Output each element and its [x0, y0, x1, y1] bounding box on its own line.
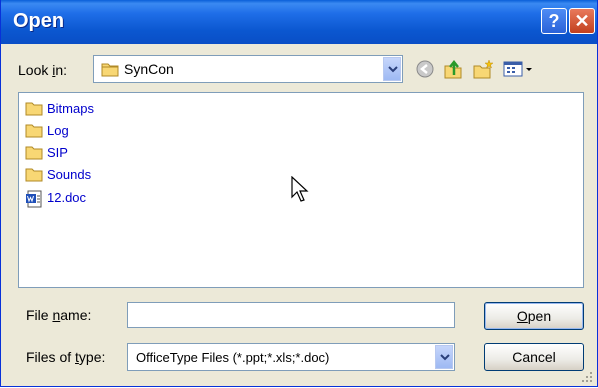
title-bar[interactable]: Open ? ✕ — [1, 0, 597, 44]
cancel-button[interactable]: Cancel — [484, 343, 584, 371]
file-name-label: File name: — [26, 307, 92, 323]
file-name: Bitmaps — [47, 101, 94, 116]
files-of-type-dropdown-arrow[interactable] — [435, 345, 453, 369]
look-in-dropdown[interactable]: SynCon — [93, 55, 403, 83]
new-folder-icon[interactable] — [472, 58, 494, 80]
resize-grip-icon[interactable] — [581, 370, 593, 382]
help-button[interactable]: ? — [541, 8, 567, 34]
open-dialog: Open ? ✕ Look in: SynCon Bitmaps Log SIP… — [0, 0, 598, 387]
file-name: Log — [47, 123, 69, 138]
folder-icon — [25, 101, 43, 119]
word-document-icon — [25, 190, 43, 211]
files-of-type-dropdown[interactable]: OfficeType Files (*.ppt;*.xls;*.doc) — [127, 343, 455, 371]
folder-icon — [101, 61, 119, 82]
folder-icon — [25, 167, 43, 185]
open-button[interactable]: Open — [484, 302, 584, 330]
back-icon[interactable] — [414, 58, 436, 80]
mouse-cursor-icon — [291, 175, 311, 209]
up-folder-icon[interactable] — [442, 58, 464, 80]
files-of-type-value: OfficeType Files (*.ppt;*.xls;*.doc) — [136, 350, 330, 365]
look-in-label: Look in: — [18, 62, 68, 78]
look-in-dropdown-arrow[interactable] — [383, 57, 401, 81]
views-menu-icon[interactable] — [502, 58, 536, 80]
look-in-value: SynCon — [124, 61, 174, 77]
file-name-input[interactable] — [127, 302, 455, 328]
folder-icon — [25, 145, 43, 163]
folder-icon — [25, 123, 43, 141]
close-button[interactable]: ✕ — [569, 8, 595, 34]
file-name: SIP — [47, 145, 68, 160]
files-of-type-label: Files of type: — [26, 349, 106, 365]
file-name: Sounds — [47, 167, 92, 182]
file-name: 12.doc — [47, 190, 87, 205]
window-title: Open — [13, 10, 65, 32]
